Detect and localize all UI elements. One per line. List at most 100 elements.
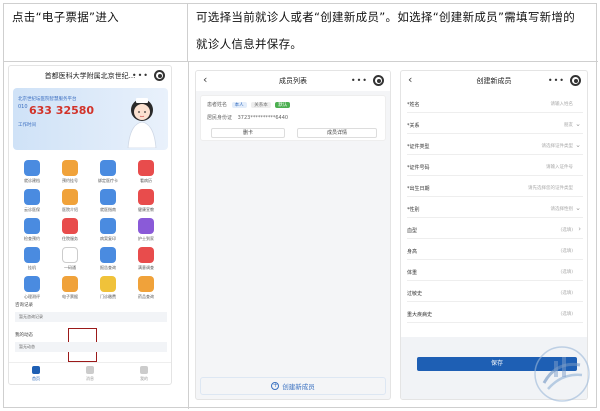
target-icon[interactable] xyxy=(373,75,384,86)
service-icon xyxy=(138,189,154,205)
service-label: 医院介绍 xyxy=(62,207,78,212)
service-label: 心理测评 xyxy=(24,294,40,299)
service-item[interactable]: 心理测评 xyxy=(17,276,47,300)
target-icon[interactable] xyxy=(570,75,581,86)
target-icon[interactable] xyxy=(154,70,165,81)
service-icon xyxy=(138,247,154,263)
member-name-label: 患者姓名 xyxy=(207,102,228,108)
phone-member-list: ‹ 成员列表 ••• 患者姓名 本人 关系本 默认 居民身份证 3723****… xyxy=(195,70,391,400)
create-member-title: 创建新成员 xyxy=(476,77,512,85)
service-icon xyxy=(138,218,154,234)
service-label: 药品查询 xyxy=(138,294,154,299)
consult-records-title: 咨询记录 xyxy=(15,303,33,308)
service-item[interactable]: 就医指南 xyxy=(93,189,123,213)
header-cell-left: 点击“电子票据”进入 xyxy=(4,4,188,62)
form-field[interactable]: 身高 (选填) xyxy=(407,242,583,260)
form-field[interactable]: 重大疾病史 (选填) xyxy=(407,305,583,323)
field-label: 血型 xyxy=(407,228,418,234)
service-item[interactable]: 满意调查 xyxy=(131,247,161,271)
member-detail-button[interactable]: 成员详情 xyxy=(297,128,377,138)
field-value: 请输入姓名 xyxy=(550,102,574,107)
tag-default: 默认 xyxy=(275,102,291,108)
service-icon xyxy=(62,276,78,292)
form-field[interactable]: *出生日期 请先选择您的证件类型 xyxy=(407,179,583,197)
tag-self: 本人 xyxy=(231,102,247,108)
service-label: 就医指南 xyxy=(100,207,116,212)
service-item[interactable]: 报告查询 xyxy=(93,247,123,271)
service-item[interactable]: 绑定医疗卡 xyxy=(93,160,123,184)
bottom-tab-bar: 首页 消息 我的 xyxy=(9,362,171,384)
create-member-button[interactable]: + 创建新成员 xyxy=(200,377,386,395)
service-item[interactable]: 护士到家 xyxy=(131,218,161,242)
form-field[interactable]: 过敏史 (选填) xyxy=(407,284,583,302)
service-item[interactable]: 药品查询 xyxy=(131,276,161,300)
service-label: 挂机 xyxy=(28,265,36,270)
service-icon xyxy=(100,160,116,176)
field-value: (选填) xyxy=(560,291,573,296)
form-field[interactable]: *证件类型 请选择证件类型 ⌄ xyxy=(407,137,583,155)
service-label: 护士到家 xyxy=(138,236,154,241)
service-item[interactable]: 就诊建档 xyxy=(17,160,47,184)
service-item[interactable]: 一码通 xyxy=(55,247,85,271)
more-icon[interactable]: ••• xyxy=(351,76,368,85)
form-field[interactable]: *关系 朋友 ⌄ xyxy=(407,116,583,134)
field-value: 朋友 xyxy=(564,123,573,128)
service-item[interactable]: 云诊医保 xyxy=(17,189,47,213)
service-item[interactable]: 病案复印 xyxy=(93,218,123,242)
field-label: 过敏史 xyxy=(407,291,423,297)
service-item[interactable]: 看病历 xyxy=(131,160,161,184)
field-label: 重大疾病史 xyxy=(407,312,433,318)
service-icon xyxy=(24,218,40,234)
service-label: 看病历 xyxy=(140,178,152,183)
field-arrow-icon: › xyxy=(578,225,581,233)
form-field[interactable]: *证件号码 请输入证件号 xyxy=(407,158,583,176)
tab-messages[interactable]: 消息 xyxy=(63,363,117,384)
id-number: 3723**********6440 xyxy=(237,115,289,121)
service-item[interactable]: 预约挂号 xyxy=(55,160,85,184)
home-title: 首都医科大学附属北京世纪... xyxy=(44,72,136,80)
member-list-title: 成员列表 xyxy=(279,77,307,85)
service-item[interactable]: 挂机 xyxy=(17,247,47,271)
header-right-line1: 可选择当前就诊人或者“创建新成员”。如选择“创建新成员”需填写新增的 xyxy=(196,10,576,24)
service-item[interactable]: 住院服务 xyxy=(55,218,85,242)
service-item[interactable]: 电子票据 xyxy=(55,276,85,300)
service-item[interactable]: 健康宣教 xyxy=(131,189,161,213)
id-type-label: 居民身份证 xyxy=(207,115,233,121)
hotline-banner[interactable]: 北京世纪坛医院智慧服务平台 010 633 32580 工作时间 xyxy=(13,88,168,150)
field-value: 请选择性别 xyxy=(550,207,574,212)
banner-phone: 633 32580 xyxy=(29,104,95,117)
phone-home-screen: 首都医科大学附属北京世纪... ••• 北京世纪坛医院智慧服务平台 010 63… xyxy=(8,65,172,385)
tab-profile[interactable]: 我的 xyxy=(117,363,171,384)
service-icon xyxy=(100,276,116,292)
service-label: 就诊建档 xyxy=(24,178,40,183)
service-icon xyxy=(24,276,40,292)
dynamics-title: 我的动态 xyxy=(15,333,33,338)
field-value: (选填) xyxy=(560,270,573,275)
form-field[interactable]: 血型 (选填) › xyxy=(407,221,583,239)
member-card[interactable]: 患者姓名 本人 关系本 默认 居民身份证 3723**********6440 … xyxy=(200,95,386,141)
header-cell-right: 可选择当前就诊人或者“创建新成员”。如选择“创建新成员”需填写新增的 就诊人信息… xyxy=(188,4,598,62)
service-icon xyxy=(138,160,154,176)
back-arrow-icon[interactable]: ‹ xyxy=(203,73,207,86)
service-icon xyxy=(24,247,40,263)
service-icon xyxy=(62,160,78,176)
form-field[interactable]: *性别 请选择性别 ⌄ xyxy=(407,200,583,218)
service-item[interactable]: 门诊缴费 xyxy=(93,276,123,300)
more-icon[interactable]: ••• xyxy=(548,76,565,85)
field-value: (选填) xyxy=(560,228,573,233)
field-label: 体重 xyxy=(407,270,418,276)
field-value: 请输入证件号 xyxy=(546,165,573,170)
member-row-id: 居民身份证 3723**********6440 xyxy=(207,114,288,121)
form-field[interactable]: *姓名 请输入姓名 xyxy=(407,95,583,113)
form-field[interactable]: 体重 (选填) xyxy=(407,263,583,281)
dynamics-empty: 暂无动态 xyxy=(15,342,167,352)
service-item[interactable]: 医院介绍 xyxy=(55,189,85,213)
delete-card-button[interactable]: 删卡 xyxy=(211,128,285,138)
tab-home[interactable]: 首页 xyxy=(9,363,63,384)
message-icon xyxy=(86,366,94,374)
more-icon[interactable]: ••• xyxy=(132,71,149,80)
field-arrow-icon: ⌄ xyxy=(575,120,581,128)
service-item[interactable]: 检查预约 xyxy=(17,218,47,242)
service-label: 一码通 xyxy=(64,265,76,270)
back-arrow-icon[interactable]: ‹ xyxy=(408,73,412,86)
